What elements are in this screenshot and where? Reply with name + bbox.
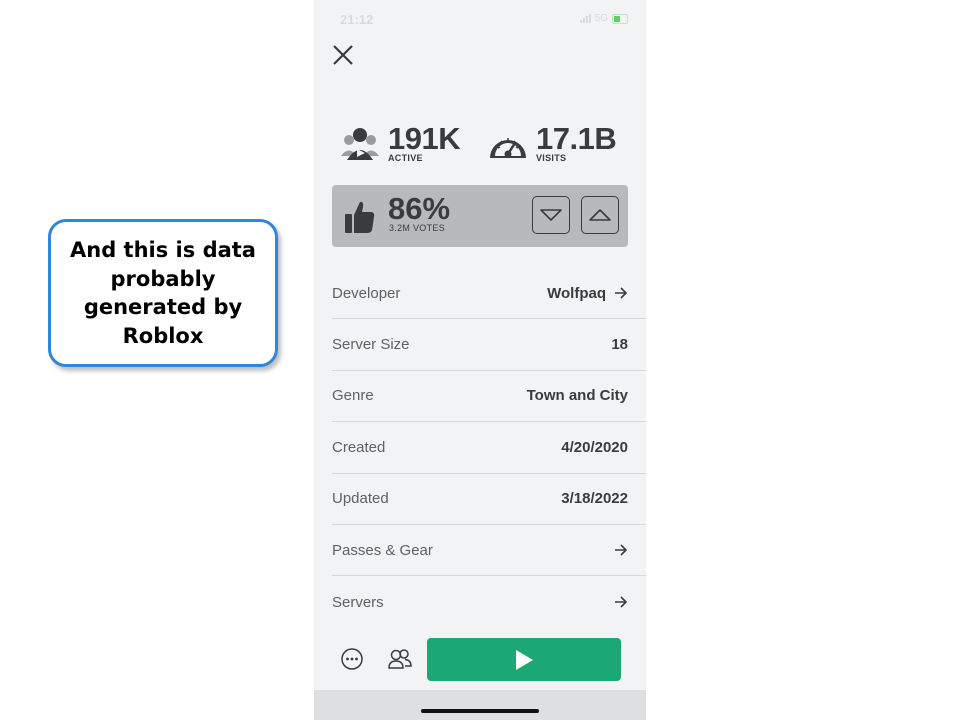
info-row-servers[interactable]: Servers <box>332 576 646 627</box>
info-label: Genre <box>332 387 374 405</box>
signal-icon <box>579 14 591 23</box>
vote-up-button[interactable] <box>581 196 619 234</box>
status-indicators: 5G <box>579 13 628 24</box>
battery-icon <box>612 13 628 24</box>
info-value: 3/18/2022 <box>561 490 628 508</box>
info-label: Updated <box>332 490 389 508</box>
vote-down-button[interactable] <box>532 196 570 234</box>
network-label: 5G <box>594 13 608 24</box>
status-time: 21:12 <box>340 12 374 27</box>
arrow-right-icon <box>615 287 628 299</box>
more-icon[interactable] <box>340 647 364 671</box>
close-icon[interactable] <box>330 42 356 68</box>
phone-screen: 21:12 5G 191K ACTIVE 17.1B VISITS 86% 3.… <box>314 0 646 720</box>
info-label: Developer <box>332 284 401 302</box>
rating-percent: 86% <box>388 191 451 226</box>
info-label: Server Size <box>332 336 410 354</box>
speedometer-icon <box>490 137 526 158</box>
info-label: Passes & Gear <box>332 541 433 559</box>
home-indicator-area <box>314 690 646 720</box>
arrow-right-icon <box>615 596 628 608</box>
active-players-stat: 191K ACTIVE <box>340 121 461 163</box>
info-row-developer[interactable]: Developer Wolfpaq <box>332 268 646 320</box>
info-value: Town and City <box>526 387 628 405</box>
active-count: 191K <box>388 121 461 156</box>
info-label: Servers <box>332 593 384 611</box>
callout-text: And this is data probably generated by R… <box>70 238 256 348</box>
annotation-callout: And this is data probably generated by R… <box>48 219 278 367</box>
chevron-down-icon <box>540 209 562 221</box>
play-button[interactable] <box>427 638 621 681</box>
friends-icon[interactable] <box>387 647 413 671</box>
users-play-icon <box>341 127 379 160</box>
play-icon <box>516 649 533 670</box>
info-value: 4/20/2020 <box>561 438 628 456</box>
home-indicator[interactable] <box>421 709 539 713</box>
thumbs-up-icon <box>345 201 375 233</box>
info-row-genre: Genre Town and City <box>332 371 646 423</box>
info-row-updated: Updated 3/18/2022 <box>332 474 646 525</box>
info-value: 18 <box>611 336 628 354</box>
game-info-list: Developer Wolfpaq Server Size 18 Genre T… <box>332 268 646 628</box>
vote-count: 3.2M VOTES <box>389 223 446 233</box>
arrow-right-icon <box>615 544 628 556</box>
chevron-up-icon <box>589 209 611 221</box>
info-row-created: Created 4/20/2020 <box>332 422 646 474</box>
visits-count: 17.1B <box>536 121 617 156</box>
visits-stat: 17.1B VISITS <box>488 121 617 163</box>
info-row-server-size: Server Size 18 <box>332 319 646 371</box>
info-value: Wolfpaq <box>547 284 606 302</box>
rating-panel: 86% 3.2M VOTES <box>332 185 628 247</box>
bottom-action-bar <box>314 630 646 690</box>
info-row-passes-gear[interactable]: Passes & Gear <box>332 525 646 577</box>
info-label: Created <box>332 438 386 456</box>
